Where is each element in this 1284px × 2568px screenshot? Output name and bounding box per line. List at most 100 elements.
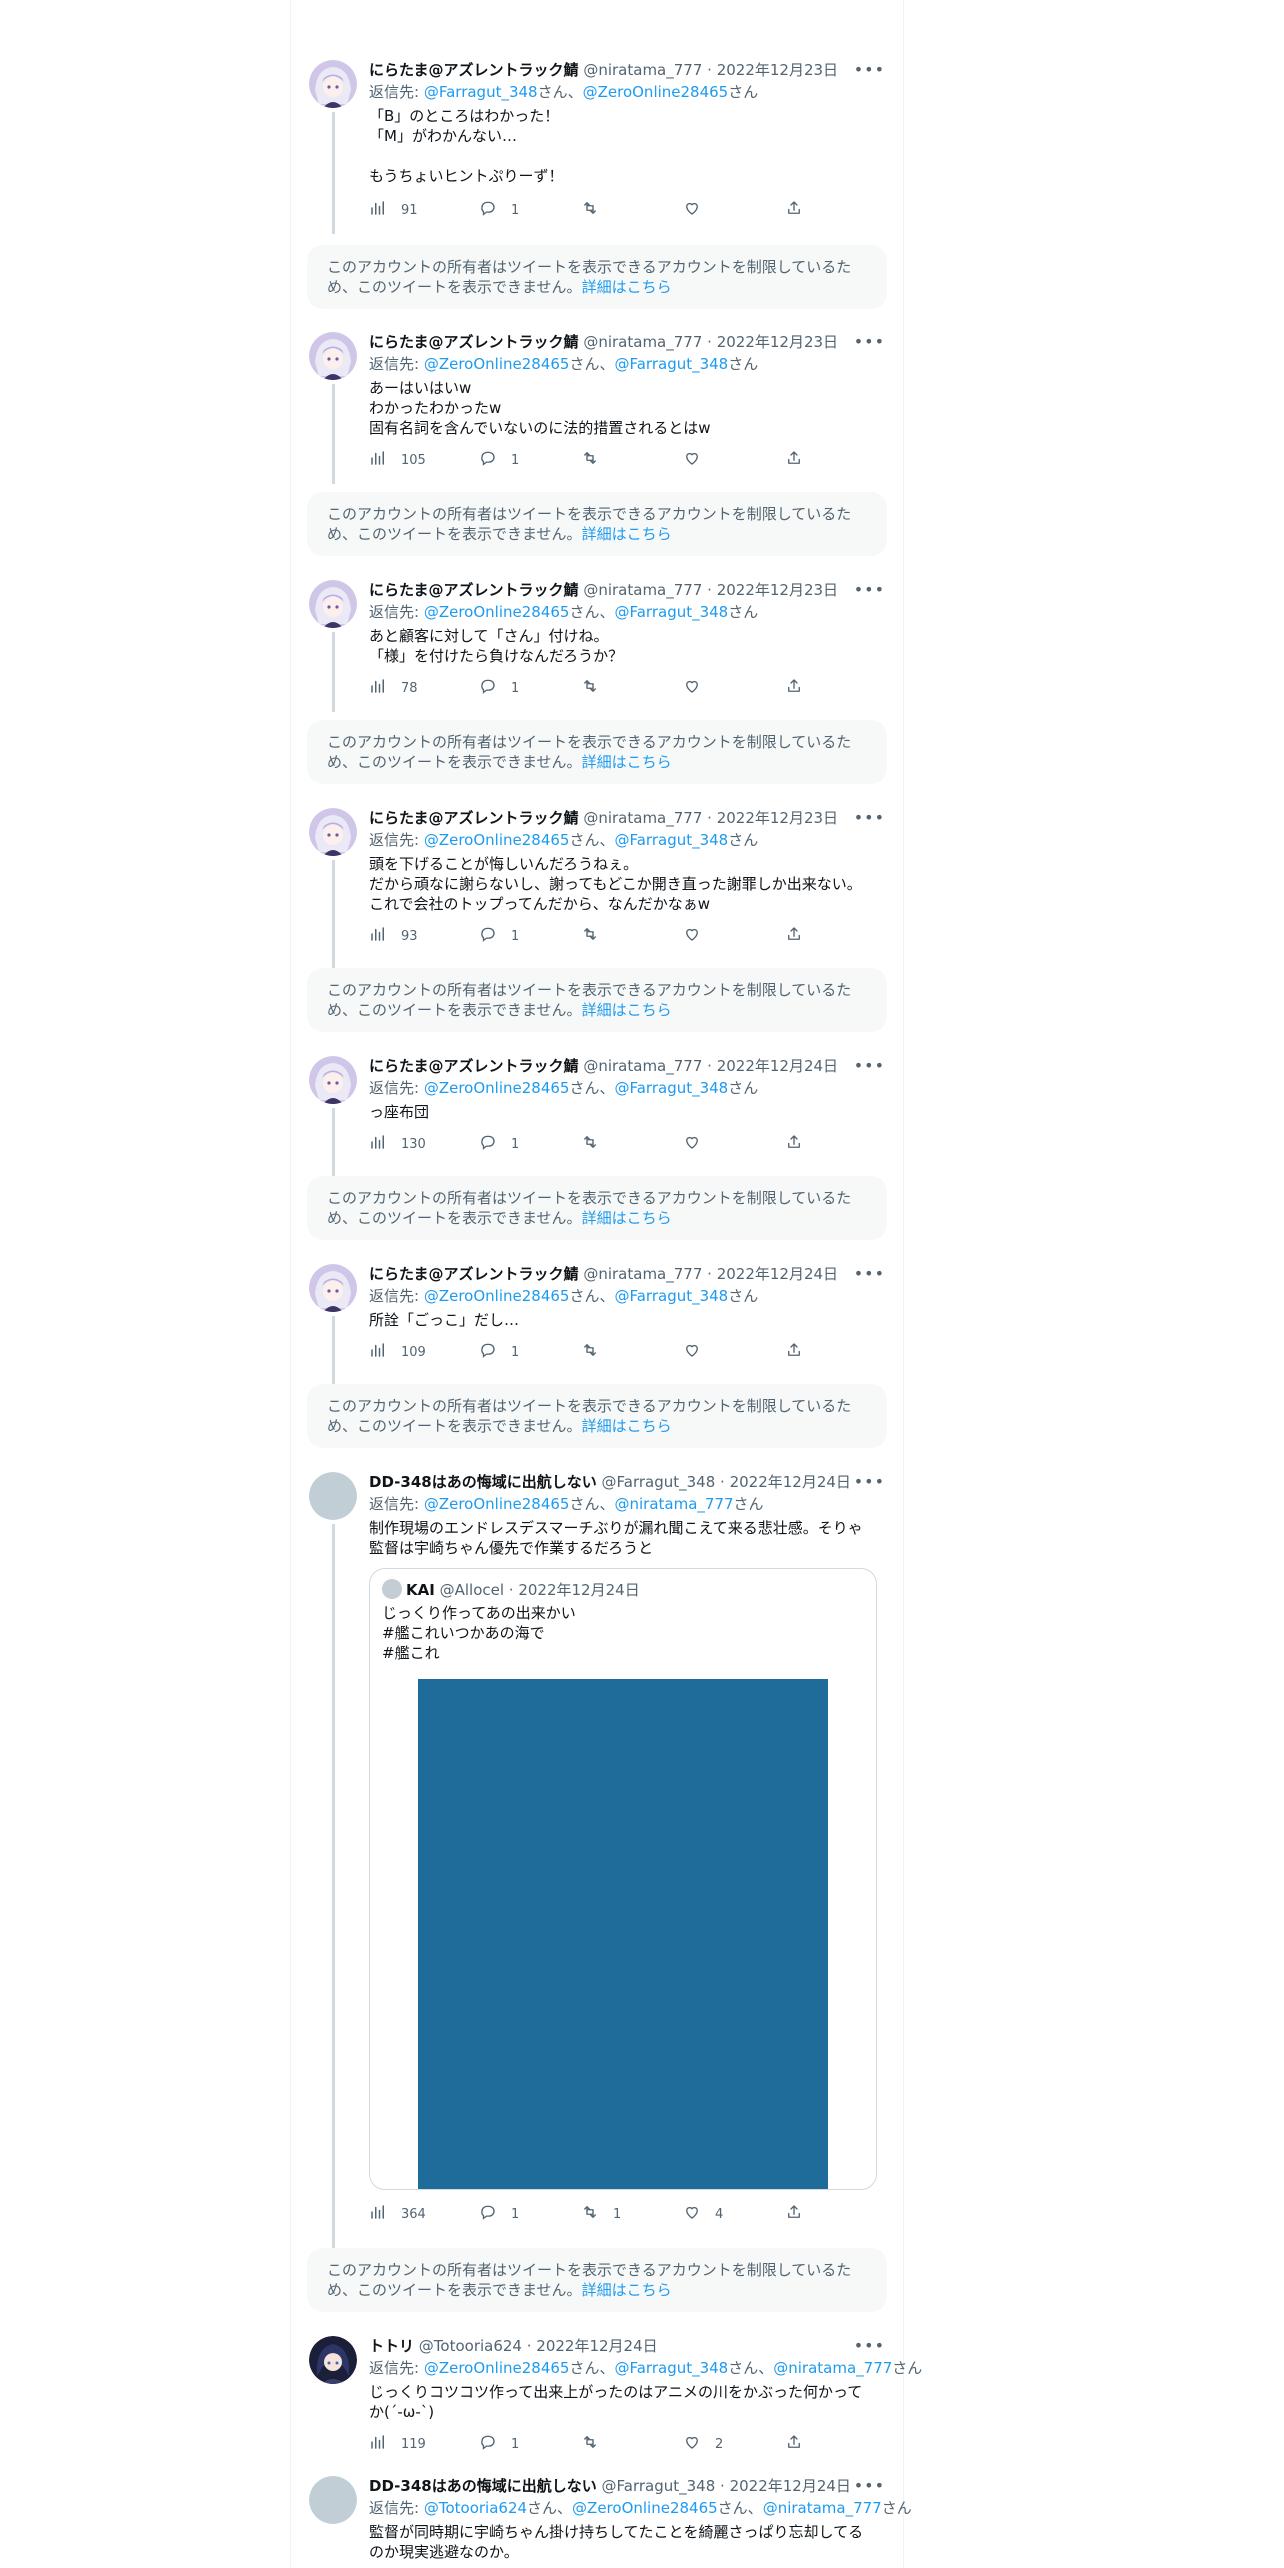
more-icon[interactable]: ••• [854, 1056, 885, 1075]
mention-link[interactable]: @Farragut_348 [614, 1079, 728, 1097]
more-icon[interactable]: ••• [854, 60, 885, 79]
reply-button[interactable]: 1 [479, 2434, 519, 2454]
mention-link[interactable]: @niratama_777 [773, 2359, 892, 2377]
share-button[interactable] [785, 1342, 803, 1362]
like-button[interactable]: 2 [683, 2434, 723, 2454]
mention-link[interactable]: @niratama_777 [763, 2499, 882, 2517]
timestamp[interactable]: 2022年12月24日 [536, 2337, 657, 2355]
timestamp[interactable]: 2022年12月23日 [717, 333, 838, 351]
handle[interactable]: @niratama_777 [583, 809, 702, 827]
handle[interactable]: @niratama_777 [583, 61, 702, 79]
mention-link[interactable]: @ZeroOnline28465 [572, 2499, 718, 2517]
views-button[interactable]: 105 [369, 450, 426, 470]
timestamp[interactable]: 2022年12月24日 [730, 1473, 851, 1491]
avatar[interactable] [309, 808, 357, 856]
more-icon[interactable]: ••• [854, 2336, 885, 2355]
learn-more-link[interactable]: 詳細はこちら [582, 753, 672, 771]
retweet-button[interactable]: 1 [581, 2204, 621, 2224]
retweet-button[interactable] [581, 1134, 613, 1154]
avatar[interactable] [309, 1056, 357, 1104]
mention-link[interactable]: @ZeroOnline28465 [583, 83, 729, 101]
like-button[interactable] [683, 678, 715, 698]
display-name[interactable]: DD-348はあの悔域に出航しない [369, 2477, 597, 2495]
learn-more-link[interactable]: 詳細はこちら [582, 525, 672, 543]
mention-link[interactable]: @niratama_777 [614, 1495, 733, 1513]
timestamp[interactable]: 2022年12月23日 [717, 581, 838, 599]
reply-button[interactable]: 1 [479, 1134, 519, 1154]
timestamp[interactable]: 2022年12月24日 [717, 1265, 838, 1283]
mention-link[interactable]: @Totooria624 [424, 2499, 527, 2517]
quoted-display-name[interactable]: KAI [406, 1581, 435, 1599]
views-button[interactable]: 91 [369, 200, 418, 220]
reply-button[interactable]: 1 [479, 1342, 519, 1362]
more-icon[interactable]: ••• [854, 580, 885, 599]
more-icon[interactable]: ••• [854, 1264, 885, 1283]
mention-link[interactable]: @ZeroOnline28465 [424, 603, 570, 621]
handle[interactable]: @Farragut_348 [602, 2477, 716, 2495]
handle[interactable]: @niratama_777 [583, 1265, 702, 1283]
timestamp[interactable]: 2022年12月23日 [717, 809, 838, 827]
share-button[interactable] [785, 450, 803, 470]
reply-button[interactable]: 1 [479, 926, 519, 946]
mention-link[interactable]: @ZeroOnline28465 [424, 1079, 570, 1097]
like-button[interactable]: 4 [683, 2204, 723, 2224]
avatar[interactable] [309, 1264, 357, 1312]
handle[interactable]: @niratama_777 [583, 333, 702, 351]
mention-link[interactable]: @Farragut_348 [614, 355, 728, 373]
share-button[interactable] [785, 2434, 803, 2454]
reply-button[interactable]: 1 [479, 200, 519, 220]
retweet-button[interactable] [581, 678, 613, 698]
more-icon[interactable]: ••• [854, 1472, 885, 1491]
learn-more-link[interactable]: 詳細はこちら [582, 1001, 672, 1019]
learn-more-link[interactable]: 詳細はこちら [582, 1209, 672, 1227]
views-button[interactable]: 78 [369, 678, 418, 698]
quoted-timestamp[interactable]: 2022年12月24日 [518, 1581, 639, 1599]
quoted-avatar[interactable] [382, 1579, 402, 1599]
more-icon[interactable]: ••• [854, 808, 885, 827]
like-button[interactable] [683, 1134, 715, 1154]
avatar[interactable] [309, 332, 357, 380]
display-name[interactable]: トトリ [369, 2337, 414, 2355]
learn-more-link[interactable]: 詳細はこちら [582, 278, 672, 296]
mention-link[interactable]: @ZeroOnline28465 [424, 2359, 570, 2377]
quoted-handle[interactable]: @Allocel [440, 1581, 504, 1599]
timestamp[interactable]: 2022年12月24日 [730, 2477, 851, 2495]
views-button[interactable]: 109 [369, 1342, 426, 1362]
reply-button[interactable]: 1 [479, 678, 519, 698]
avatar[interactable] [309, 2476, 357, 2524]
display-name[interactable]: にらたま@アズレントラック鯖 [369, 1057, 579, 1075]
handle[interactable]: @niratama_777 [583, 1057, 702, 1075]
timestamp[interactable]: 2022年12月24日 [717, 1057, 838, 1075]
mention-link[interactable]: @Farragut_348 [614, 831, 728, 849]
retweet-button[interactable] [581, 926, 613, 946]
avatar[interactable] [309, 1472, 357, 1520]
share-button[interactable] [785, 678, 803, 698]
handle[interactable]: @Farragut_348 [602, 1473, 716, 1491]
mention-link[interactable]: @Farragut_348 [424, 83, 538, 101]
mention-link[interactable]: @ZeroOnline28465 [424, 1287, 570, 1305]
display-name[interactable]: にらたま@アズレントラック鯖 [369, 333, 579, 351]
learn-more-link[interactable]: 詳細はこちら [582, 2281, 672, 2299]
quoted-tweet[interactable]: KAI @Allocel · 2022年12月24日 じっくり作ってあの出来かい… [369, 1568, 877, 2190]
reply-button[interactable]: 1 [479, 2204, 519, 2224]
timestamp[interactable]: 2022年12月23日 [717, 61, 838, 79]
more-icon[interactable]: ••• [854, 332, 885, 351]
retweet-button[interactable] [581, 200, 613, 220]
share-button[interactable] [785, 926, 803, 946]
retweet-button[interactable] [581, 450, 613, 470]
retweet-button[interactable] [581, 1342, 613, 1362]
views-button[interactable]: 364 [369, 2204, 426, 2224]
mention-link[interactable]: @Farragut_348 [614, 603, 728, 621]
display-name[interactable]: にらたま@アズレントラック鯖 [369, 61, 579, 79]
views-button[interactable]: 119 [369, 2434, 426, 2454]
mention-link[interactable]: @ZeroOnline28465 [424, 831, 570, 849]
reply-button[interactable]: 1 [479, 450, 519, 470]
avatar[interactable] [309, 580, 357, 628]
handle[interactable]: @Totooria624 [419, 2337, 522, 2355]
like-button[interactable] [683, 450, 715, 470]
like-button[interactable] [683, 1342, 715, 1362]
views-button[interactable]: 130 [369, 1134, 426, 1154]
display-name[interactable]: DD-348はあの悔域に出航しない [369, 1473, 597, 1491]
retweet-button[interactable] [581, 2434, 613, 2454]
share-button[interactable] [785, 1134, 803, 1154]
